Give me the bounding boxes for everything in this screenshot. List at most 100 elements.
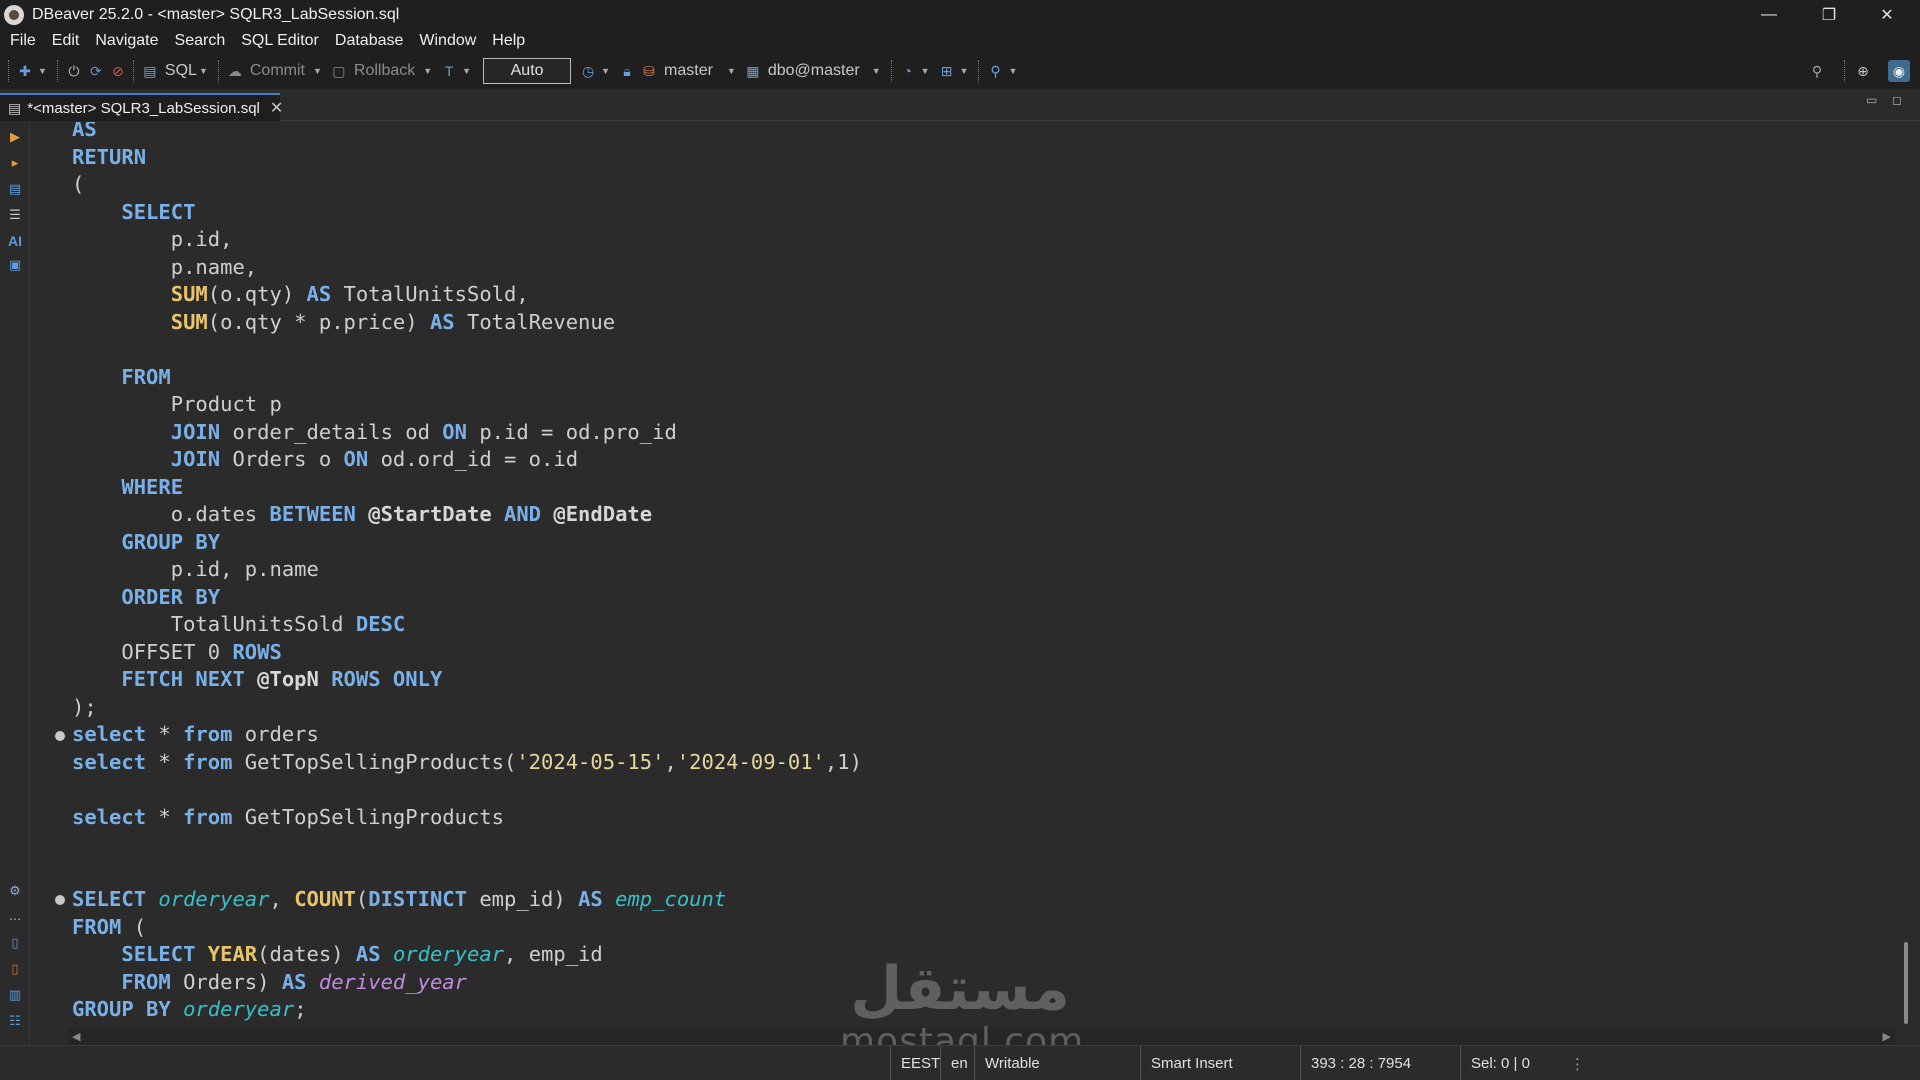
vertical-scrollbar-thumb[interactable] — [1904, 942, 1908, 1024]
code-token: ORDER BY — [121, 584, 221, 609]
rollback-button[interactable]: Rollback — [354, 62, 415, 80]
close-window-button[interactable]: ✕ — [1858, 0, 1916, 29]
code-token: GetTopSellingProducts( — [232, 749, 517, 774]
maximize-view-icon[interactable]: ◻ — [1892, 93, 1906, 107]
code-token: FETCH NEXT — [121, 667, 245, 691]
disconnect-icon[interactable]: ⊘ — [107, 60, 129, 82]
document-icon[interactable]: ▯ — [6, 934, 24, 952]
terminal-icon[interactable]: ▣ — [6, 256, 24, 274]
transaction-log-icon[interactable]: ◷ — [577, 60, 599, 82]
chevron-down-icon[interactable]: ▼ — [1008, 66, 1017, 76]
code-token: p.id, p.name — [72, 557, 319, 581]
code-token: ROWS ONLY — [331, 667, 443, 691]
code-token: @TopN — [257, 667, 319, 691]
chevron-down-icon[interactable]: ▼ — [601, 66, 610, 76]
code-token: emp_id) — [467, 887, 579, 911]
chevron-down-icon[interactable]: ▼ — [921, 66, 930, 76]
chevron-down-icon[interactable]: ▼ — [462, 66, 471, 76]
connect-icon[interactable]: ⏻ — [63, 60, 85, 82]
menu-navigate[interactable]: Navigate — [95, 32, 158, 50]
menu-database[interactable]: Database — [335, 32, 404, 50]
menu-edit[interactable]: Edit — [52, 32, 80, 50]
maximize-button[interactable]: ❐ — [1800, 0, 1858, 29]
sql-editor-text-area[interactable]: AS RETURN( SELECT p.id, p.name, SUM(o.qty… — [31, 122, 1895, 1027]
code-token: AS — [281, 969, 307, 994]
dashboard-icon[interactable]: ◔ — [897, 60, 919, 82]
transaction-mode-field[interactable]: Auto — [483, 58, 572, 84]
menu-help[interactable]: Help — [492, 32, 525, 50]
close-tab-icon[interactable]: ✕ — [270, 98, 283, 118]
problems-icon[interactable]: ▯ — [6, 960, 24, 978]
menu-sql-editor[interactable]: SQL Editor — [241, 32, 319, 50]
commit-icon: ☁ — [227, 62, 242, 79]
rollback-icon: ▢ — [332, 62, 346, 79]
lock-icon[interactable]: 🔒︎ — [616, 60, 638, 82]
execute-in-new-tab-icon[interactable]: ▸ — [6, 154, 24, 172]
window-title: DBeaver 25.2.0 - <master> SQLR3_LabSessi… — [32, 5, 400, 23]
code-token: p.id = od.pro_id — [466, 419, 677, 444]
toolbar-separator — [978, 60, 980, 82]
gear-icon[interactable]: ⚙ — [6, 882, 24, 900]
code-line: select * from GetTopSellingProducts — [72, 804, 504, 831]
scroll-right-icon[interactable]: ▶ — [1883, 1030, 1891, 1043]
chevron-down-icon[interactable]: ▼ — [313, 66, 322, 76]
schema-selector[interactable]: dbo@master — [768, 62, 860, 80]
refresh-connection-icon[interactable]: ⟳ — [85, 60, 107, 82]
sql-button[interactable]: SQL — [165, 62, 197, 80]
execute-statement-icon[interactable]: ▶ — [6, 128, 24, 146]
menu-file[interactable]: File — [10, 32, 36, 50]
execute-script-icon[interactable]: ▤ — [6, 180, 24, 198]
horizontal-scrollbar[interactable]: ◀ ▶ — [68, 1027, 1895, 1045]
vertical-scrollbar[interactable] — [1895, 122, 1920, 1045]
code-token: select — [72, 804, 147, 829]
output-icon[interactable]: ▥ — [6, 986, 24, 1004]
search-tool-icon[interactable]: ⚲ — [984, 60, 1006, 82]
code-token: * — [146, 804, 184, 829]
editor-tab-sqlr3-labsession[interactable]: ▤ *<master> SQLR3_LabSession.sql ✕ — [0, 93, 283, 121]
code-line: SELECT — [72, 199, 195, 226]
chevron-down-icon[interactable]: ▼ — [727, 66, 736, 76]
datasource-selector[interactable]: master — [664, 62, 713, 80]
code-token: @StartDate — [368, 502, 492, 526]
code-token: JOIN — [170, 447, 221, 471]
chevron-down-icon[interactable]: ▼ — [872, 66, 881, 76]
code-token: AS — [578, 887, 603, 911]
menu-window[interactable]: Window — [419, 32, 476, 50]
chevron-down-icon[interactable]: ▼ — [423, 66, 432, 76]
new-connection-icon[interactable]: ✚ — [14, 60, 36, 82]
sql-editor-icon[interactable]: ▤ — [139, 60, 161, 82]
navigator-icon[interactable]: ⊞ — [936, 60, 958, 82]
chevron-down-icon[interactable]: ▼ — [960, 66, 969, 76]
chevron-down-icon[interactable]: ▼ — [38, 66, 47, 76]
code-token: AS — [306, 282, 332, 306]
more-options-icon[interactable]: … — [6, 906, 24, 924]
minimize-button[interactable]: — — [1740, 0, 1798, 29]
commit-button[interactable]: Commit — [250, 62, 305, 80]
code-token: * — [146, 749, 184, 774]
dbeaver-perspective-icon[interactable]: ◉ — [1888, 60, 1910, 82]
code-token: orderyear — [158, 887, 270, 911]
editor-tab-bar: ▤ *<master> SQLR3_LabSession.sql ✕ — [0, 89, 1920, 121]
code-line: AS — [72, 122, 97, 143]
explain-plan-icon[interactable]: ☰ — [6, 206, 24, 224]
search-icon[interactable]: ⚲ — [1806, 60, 1828, 82]
scroll-left-icon[interactable]: ◀ — [72, 1030, 80, 1043]
code-line: SUM(o.qty * p.price) AS TotalRevenue — [72, 309, 615, 336]
chevron-down-icon[interactable]: ▼ — [199, 66, 208, 76]
open-perspective-icon[interactable]: ⊕ — [1852, 60, 1874, 82]
menu-search[interactable]: Search — [175, 32, 226, 50]
transaction-mode-icon[interactable]: T — [438, 60, 460, 82]
status-writable: Writable — [974, 1046, 1142, 1080]
code-line: TotalUnitsSold DESC — [72, 611, 406, 638]
code-token: BETWEEN — [269, 502, 356, 526]
ai-assistant-icon[interactable]: AI — [6, 232, 24, 250]
outline-icon[interactable]: ☷ — [6, 1012, 24, 1030]
minimize-view-icon[interactable]: ▭ — [1866, 93, 1880, 107]
status-menu-icon[interactable]: ⋮ — [1560, 1046, 1600, 1080]
